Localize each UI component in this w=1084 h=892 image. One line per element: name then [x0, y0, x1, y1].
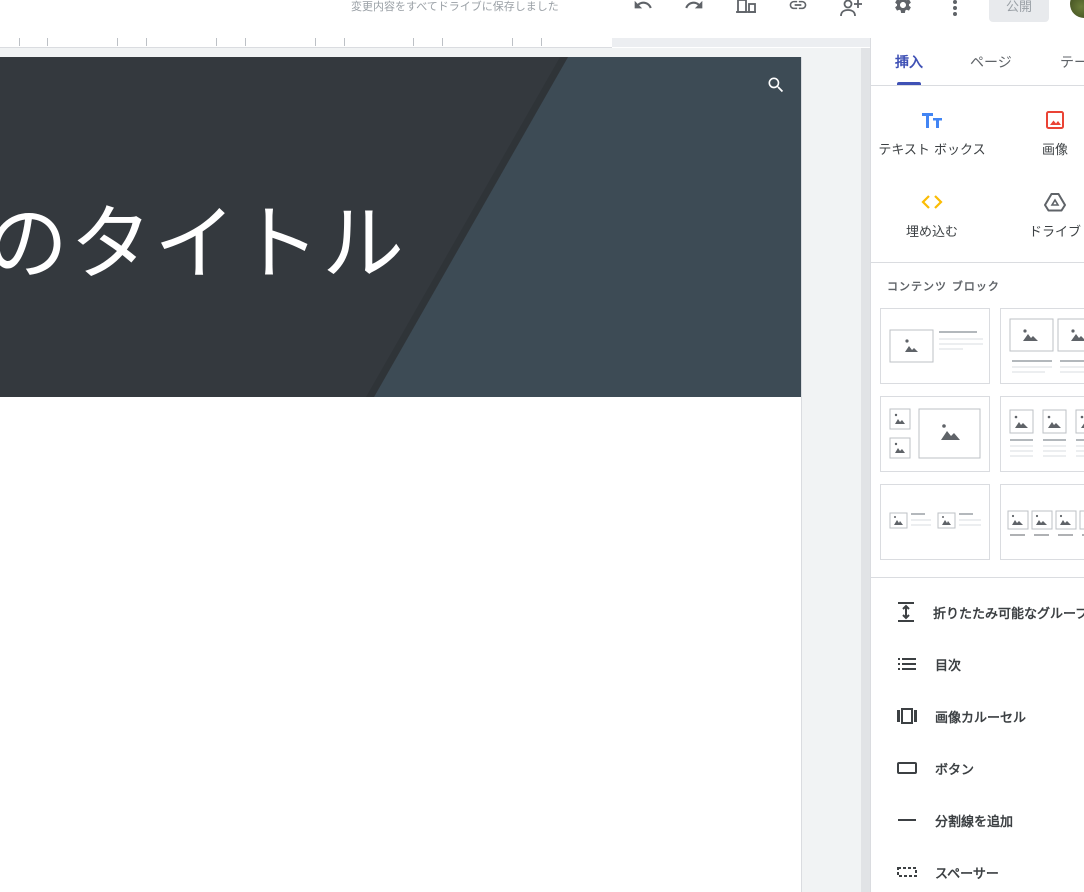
preview-icon[interactable]: [733, 0, 759, 20]
insert-embed[interactable]: 埋め込む: [872, 191, 992, 240]
panel-divider: [871, 577, 1084, 578]
insert-spacer[interactable]: スペーサー: [871, 852, 1084, 892]
insert-text-box[interactable]: テキスト ボックス: [872, 109, 992, 158]
content-block-two-images[interactable]: [1000, 308, 1084, 384]
insert-embed-label: 埋め込む: [905, 225, 958, 240]
more-icon[interactable]: [942, 0, 968, 20]
ruler-margin: [612, 38, 870, 47]
active-tab-indicator: [897, 82, 921, 85]
divider-icon: [896, 809, 918, 831]
avatar[interactable]: [1070, 0, 1084, 18]
insert-spacer-label: スペーサー: [935, 866, 999, 882]
tab-themes[interactable]: テーマ: [1060, 52, 1084, 72]
tab-insert[interactable]: 挿入: [895, 52, 923, 72]
insert-collapsible-group[interactable]: 折りたたみ可能なグループ: [871, 592, 1084, 632]
settings-icon[interactable]: [890, 0, 916, 20]
insert-image-carousel[interactable]: 画像カルーセル: [871, 696, 1084, 736]
content-blocks-title: コンテンツ ブロック: [887, 280, 1000, 293]
tab-pages[interactable]: ページ: [970, 52, 1012, 72]
top-toolbar: 変更内容をすべてドライブに保存しました 公開: [0, 0, 1084, 39]
site-page[interactable]: のタイトル: [0, 57, 802, 892]
insert-divider-label: 分割線を追加: [935, 814, 1014, 830]
button-icon: [896, 757, 918, 779]
search-icon[interactable]: [766, 75, 786, 99]
content-block-image-grid[interactable]: [880, 396, 990, 472]
insert-panel: 挿入 ページ テーマ テキスト ボックス 画像 埋め込む ドライブ コンテンツ …: [870, 38, 1084, 892]
panel-tabs: 挿入 ページ テーマ: [871, 38, 1084, 86]
content-block-four-columns[interactable]: [1000, 484, 1084, 560]
insert-image-carousel-label: 画像カルーセル: [935, 710, 1027, 726]
insert-collapsible-group-label: 折りたたみ可能なグループ: [933, 606, 1084, 622]
insert-button-label: ボタン: [935, 762, 975, 778]
spacer-icon: [896, 861, 918, 883]
undo-icon[interactable]: [630, 0, 656, 20]
insert-drive-label: ドライブ: [1028, 225, 1081, 240]
save-status: 変更内容をすべてドライブに保存しました: [351, 0, 559, 13]
panel-divider: [871, 262, 1084, 263]
insert-drive[interactable]: ドライブ: [995, 191, 1084, 240]
collapsible-group-icon: [896, 601, 916, 623]
drive-icon: [995, 191, 1084, 213]
image-carousel-icon: [896, 705, 918, 727]
insert-image-label: 画像: [1041, 143, 1068, 158]
redo-icon[interactable]: [681, 0, 707, 20]
insert-table-of-contents[interactable]: 目次: [871, 644, 1084, 684]
content-block-three-columns[interactable]: [1000, 396, 1084, 472]
header-banner[interactable]: のタイトル: [0, 57, 801, 397]
insert-table-of-contents-label: 目次: [935, 658, 962, 674]
content-block-image-text-pairs[interactable]: [880, 484, 990, 560]
embed-icon: [872, 191, 992, 213]
content-block-image-text[interactable]: [880, 308, 990, 384]
insert-image[interactable]: 画像: [995, 109, 1084, 158]
text-box-icon: [872, 109, 992, 131]
canvas-scrollbar[interactable]: [861, 48, 870, 892]
link-icon[interactable]: [785, 0, 811, 20]
image-icon: [995, 109, 1084, 131]
insert-text-box-label: テキスト ボックス: [878, 143, 986, 158]
insert-divider[interactable]: 分割線を追加: [871, 800, 1084, 840]
table-of-contents-icon: [896, 653, 918, 675]
insert-button[interactable]: ボタン: [871, 748, 1084, 788]
page-title[interactable]: のタイトル: [0, 177, 406, 296]
share-icon[interactable]: [838, 0, 864, 20]
publish-button[interactable]: 公開: [989, 0, 1049, 22]
ruler: [0, 38, 612, 48]
